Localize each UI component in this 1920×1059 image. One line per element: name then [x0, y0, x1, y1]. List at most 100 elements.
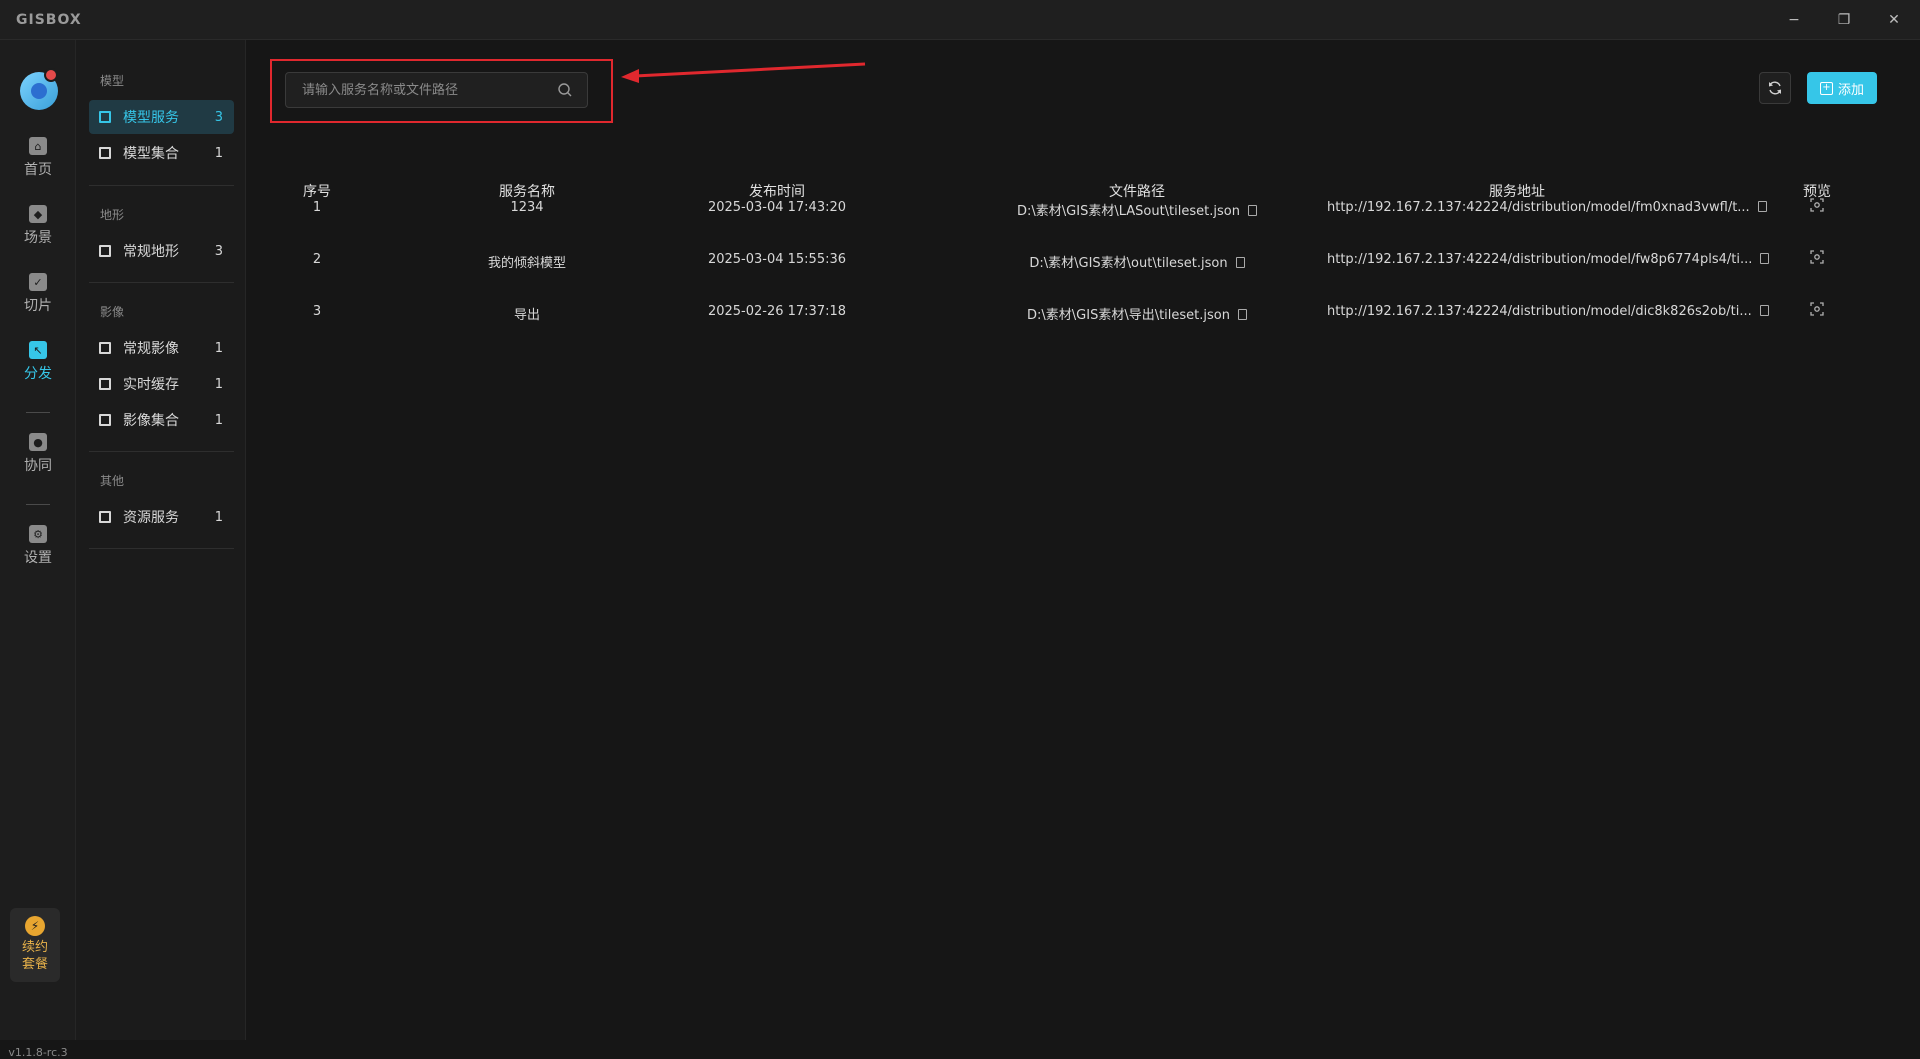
title-bar: GISBOX − ❐ ✕ — [0, 0, 1920, 40]
nav-item-imagery[interactable]: 常规影像 1 — [89, 331, 234, 365]
resource-service-icon — [99, 511, 111, 523]
cell-index: 3 — [312, 304, 322, 319]
renew-label-1: 续约 — [21, 940, 48, 955]
rail-item-label: 切片 — [24, 298, 52, 314]
column-header-index: 序号 — [303, 184, 331, 200]
copy-icon[interactable] — [1235, 257, 1245, 268]
copy-icon[interactable] — [1237, 309, 1247, 320]
rail-item-settings[interactable]: ⚙ 设置 — [0, 518, 76, 574]
rail-divider — [26, 504, 50, 505]
maximize-button[interactable]: ❐ — [1824, 6, 1864, 34]
add-icon: + — [1819, 81, 1833, 95]
copy-icon[interactable] — [1247, 205, 1257, 216]
rail-item-scene[interactable]: ◆ 场景 — [0, 198, 76, 254]
nav-item-label: 常规地形 — [123, 244, 179, 260]
nav-item-imagery-collection[interactable]: 影像集合 1 — [89, 403, 234, 437]
scene-icon: ◆ — [29, 205, 47, 223]
nav-item-realtime-cache[interactable]: 实时缓存 1 — [89, 367, 234, 401]
renew-plan-button[interactable]: ⚡ 续约 套餐 — [10, 908, 60, 982]
rail-item-tile[interactable]: ✓ 切片 — [0, 266, 76, 322]
imagery-icon — [99, 342, 111, 354]
copy-icon[interactable] — [1757, 201, 1767, 212]
category-nav: 模型 模型服务 3 模型集合 1 地形 常规地形 3 影像 常规影像 1 实时缓… — [76, 40, 246, 1040]
cell-name: 我的倾斜模型 — [487, 256, 566, 271]
cell-path-text: D:\素材\GIS素材\LASout\tileset.json — [1017, 204, 1240, 219]
rail-item-collab[interactable]: ● 协同 — [0, 426, 76, 482]
group-title-model: 模型 — [100, 74, 125, 88]
rail-item-label: 场景 — [24, 230, 52, 246]
cell-time: 2025-03-04 15:55:36 — [707, 252, 847, 267]
nav-divider — [89, 548, 234, 549]
cell-path: D:\素材\GIS素材\导出\tileset.json — [967, 304, 1307, 323]
imagery-collection-icon — [99, 414, 111, 426]
column-header-name: 服务名称 — [499, 184, 555, 200]
column-header-time: 发布时间 — [749, 184, 805, 200]
close-button[interactable]: ✕ — [1874, 6, 1914, 34]
nav-item-count: 3 — [214, 243, 223, 259]
nav-item-count: 1 — [214, 145, 223, 161]
rail-item-distribute[interactable]: ↖ 分发 — [0, 334, 76, 390]
column-header-url: 服务地址 — [1489, 184, 1545, 200]
minimize-button[interactable]: − — [1774, 6, 1814, 34]
preview-icon[interactable] — [1810, 302, 1824, 316]
rail-item-home[interactable]: ⌂ 首页 — [0, 130, 76, 186]
add-button[interactable]: + 添加 — [1807, 72, 1877, 104]
nav-item-count: 1 — [214, 412, 223, 428]
copy-icon[interactable] — [1760, 253, 1770, 264]
preview-icon[interactable] — [1810, 198, 1824, 212]
annotation-arrow-icon — [621, 62, 866, 83]
nav-item-model-service[interactable]: 模型服务 3 — [89, 100, 234, 134]
nav-item-label: 实时缓存 — [123, 377, 179, 393]
cell-name: 1234 — [510, 200, 544, 215]
nav-divider — [89, 282, 234, 283]
collab-icon: ● — [29, 433, 47, 451]
version-label: v1.1.8-rc.3 — [8, 1046, 68, 1059]
refresh-button[interactable] — [1759, 72, 1791, 104]
nav-divider — [89, 185, 234, 186]
rail-item-label: 分发 — [24, 366, 52, 382]
cell-name: 导出 — [513, 308, 540, 323]
preview-icon[interactable] — [1810, 250, 1824, 264]
lightning-icon: ⚡ — [25, 916, 45, 936]
nav-item-resource-service[interactable]: 资源服务 1 — [89, 500, 234, 534]
cell-path-text: D:\素材\GIS素材\导出\tileset.json — [1027, 308, 1230, 323]
cell-index: 1 — [312, 200, 322, 215]
cell-path-text: D:\素材\GIS素材\out\tileset.json — [1029, 256, 1228, 271]
cell-index: 2 — [312, 252, 322, 267]
cell-url: http://192.167.2.137:42224/distribution/… — [1327, 252, 1770, 267]
group-title-other: 其他 — [100, 474, 125, 488]
tile-icon: ✓ — [29, 273, 47, 291]
nav-item-model-collection[interactable]: 模型集合 1 — [89, 136, 234, 170]
app-logo: GISBOX — [16, 12, 82, 28]
notification-badge-icon — [44, 68, 58, 82]
add-button-label: 添加 — [1837, 82, 1864, 98]
cell-path: D:\素材\GIS素材\LASout\tileset.json — [967, 200, 1307, 219]
nav-item-count: 1 — [214, 376, 223, 392]
main-content: + 添加 序号 服务名称 发布时间 文件路径 服务地址 预览 1 1234 20… — [247, 40, 1920, 1040]
nav-item-label: 模型集合 — [123, 146, 179, 162]
search-input[interactable] — [286, 73, 556, 107]
realtime-cache-icon — [99, 378, 111, 390]
distribute-icon: ↖ — [29, 341, 47, 359]
nav-item-count: 1 — [214, 509, 223, 525]
cell-time: 2025-02-26 17:37:18 — [707, 304, 847, 319]
cell-url: http://192.167.2.137:42224/distribution/… — [1327, 304, 1769, 319]
renew-label-2: 套餐 — [21, 957, 48, 972]
cell-url: http://192.167.2.137:42224/distribution/… — [1327, 200, 1767, 215]
cell-url-text: http://192.167.2.137:42224/distribution/… — [1327, 304, 1752, 319]
group-title-terrain: 地形 — [100, 208, 125, 222]
column-header-path: 文件路径 — [1109, 184, 1165, 200]
nav-item-label: 资源服务 — [123, 510, 179, 526]
cell-url-text: http://192.167.2.137:42224/distribution/… — [1327, 200, 1750, 215]
copy-icon[interactable] — [1759, 305, 1769, 316]
search-icon[interactable] — [557, 82, 573, 98]
cell-time: 2025-03-04 17:43:20 — [707, 200, 847, 215]
terrain-icon — [99, 245, 111, 257]
model-collection-icon — [99, 147, 111, 159]
nav-item-label: 常规影像 — [123, 341, 179, 357]
rail-item-label: 协同 — [24, 458, 52, 474]
rail-item-label: 设置 — [24, 550, 52, 566]
nav-item-terrain[interactable]: 常规地形 3 — [89, 234, 234, 268]
nav-item-label: 模型服务 — [123, 110, 179, 126]
settings-icon: ⚙ — [29, 525, 47, 543]
